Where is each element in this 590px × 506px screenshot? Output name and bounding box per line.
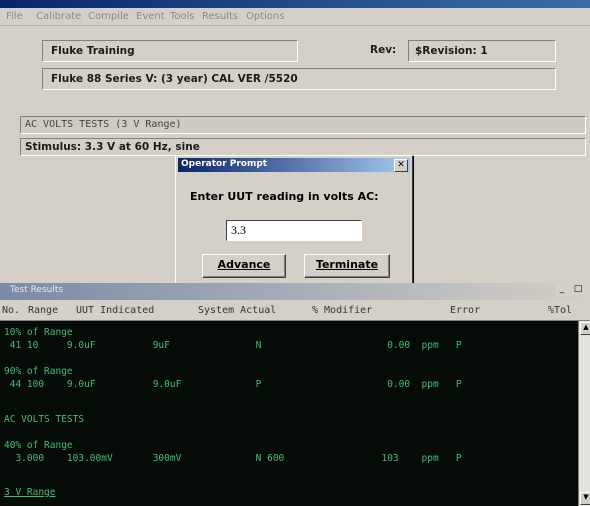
menu-compile[interactable]: Compile [88, 11, 129, 22]
result-line: 40% of Range [4, 440, 73, 451]
menu-event[interactable]: Event [136, 11, 165, 22]
menu-tools[interactable]: Tools [170, 11, 195, 22]
result-line: 10% of Range [4, 327, 73, 338]
col-tol: %Tol [548, 305, 573, 316]
maximize-icon[interactable]: □ [572, 284, 584, 296]
col-system-actual: System Actual [198, 305, 277, 316]
col-range: Range [28, 305, 59, 316]
result-line: 41 10 9.0uF 9uF N 0.00 ppm P [4, 340, 462, 351]
result-line: 90% of Range [4, 366, 73, 377]
procedure-title: Fluke Training [51, 45, 135, 57]
results-scrollbar[interactable]: ▲ ▼ [578, 321, 590, 506]
test-section-label: AC VOLTS TESTS (3 V Range) [25, 119, 182, 130]
main-title-bar [0, 0, 590, 8]
col-error: Error [450, 305, 481, 316]
operator-prompt-dialog: Operator Prompt ✕ Enter UUT reading in v… [175, 155, 413, 285]
result-line: 44 100 9.0uF 9.0uF P 0.00 ppm P [4, 379, 462, 390]
results-window-title: Test Results [10, 285, 64, 295]
menu-options[interactable]: Options [246, 11, 285, 22]
col-no: No. [2, 305, 21, 316]
scroll-up-icon[interactable]: ▲ [580, 322, 590, 335]
result-line: 3 V Range [4, 487, 56, 498]
scroll-down-icon[interactable]: ▼ [580, 492, 590, 505]
test-section-bar: AC VOLTS TESTS (3 V Range) [20, 116, 586, 134]
menu-results[interactable]: Results [202, 11, 238, 22]
stimulus-bar: Stimulus: 3.3 V at 60 Hz, sine [20, 138, 586, 156]
procedure-subtitle-field: Fluke 88 Series V: (3 year) CAL VER /552… [42, 68, 556, 90]
dialog-title: Operator Prompt [181, 159, 268, 169]
menu-calibrate[interactable]: Calibrate [36, 11, 81, 22]
dialog-title-bar: Operator Prompt ✕ [178, 158, 410, 172]
result-line: AC VOLTS TESTS [4, 414, 85, 425]
results-console: 10% of Range 41 10 9.0uF 9uF N 0.00 ppm … [0, 321, 578, 506]
revision-value: $Revision: 1 [415, 45, 488, 57]
results-column-header: No. Range UUT Indicated System Actual % … [0, 300, 590, 321]
rev-label: Rev: [370, 44, 397, 56]
results-title-bar: Test Results _ □ [0, 283, 590, 300]
result-line: 3.000 103.00mV 300mV N 600 103 ppm P [4, 453, 462, 464]
close-icon[interactable]: ✕ [394, 159, 408, 172]
menu-file[interactable]: File [6, 11, 23, 22]
menu-bar: File Calibrate Compile Event Tools Resul… [0, 8, 590, 26]
procedure-subtitle: Fluke 88 Series V: (3 year) CAL VER /552… [51, 73, 298, 85]
revision-field: $Revision: 1 [408, 40, 556, 62]
dialog-prompt: Enter UUT reading in volts AC: [190, 190, 379, 203]
col-modifier: % Modifier [312, 305, 373, 316]
advance-button[interactable]: Advance [202, 254, 286, 278]
uut-reading-input[interactable] [226, 220, 362, 241]
minimize-icon[interactable]: _ [556, 284, 568, 296]
terminate-button[interactable]: Terminate [304, 254, 390, 278]
procedure-title-field: Fluke Training [42, 40, 298, 62]
col-uut-indicated: UUT Indicated [76, 305, 155, 316]
stimulus-text: Stimulus: 3.3 V at 60 Hz, sine [25, 141, 200, 153]
